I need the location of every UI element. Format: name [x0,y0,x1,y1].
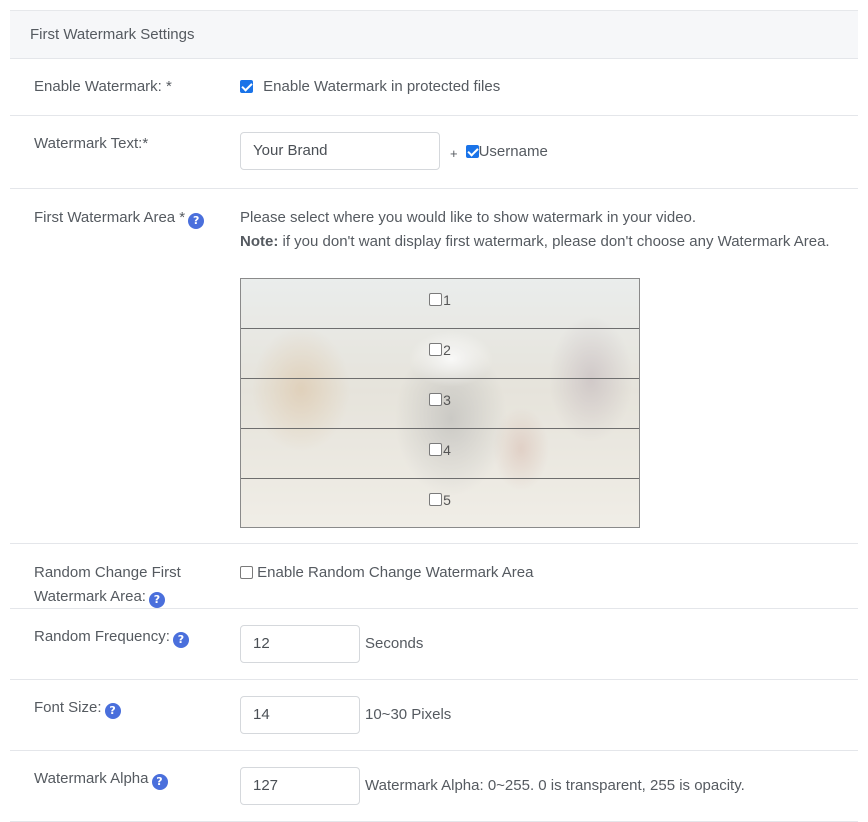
area-cell-1: 1 [241,279,639,329]
watermark-text-field: Your Brand + Username [240,116,858,188]
area-label-5: 5 [443,492,451,508]
first-watermark-area-row: First Watermark Area *? Please select wh… [10,189,858,544]
enable-watermark-row: Enable Watermark: * Enable Watermark in … [10,59,858,116]
random-change-field: Enable Random Change Watermark Area [240,544,858,608]
enable-watermark-checkbox[interactable] [240,80,253,93]
watermark-alpha-hint: Watermark Alpha: 0~255. 0 is transparent… [365,777,745,794]
area-description: Please select where you would like to sh… [240,209,697,226]
area-label-1: 1 [443,292,451,308]
help-icon[interactable]: ? [148,592,165,608]
enable-watermark-checkbox-label[interactable]: Enable Watermark in protected files [263,78,500,95]
random-change-label-line1: Random Change First [34,564,181,581]
panel-header: First Watermark Settings [10,11,858,59]
random-frequency-label: Random Frequency: [34,628,170,645]
random-frequency-label-wrap: Random Frequency:? [10,609,240,679]
font-size-field: 14 10~30 Pixels [240,680,858,734]
font-size-range: 10~30 Pixels [365,706,452,723]
help-icon[interactable]: ? [172,632,189,648]
area-checkbox-3[interactable] [429,393,443,406]
area-checkbox-5[interactable] [429,493,443,506]
random-change-label-wrap: Random Change First Watermark Area:? [10,544,240,608]
area-label-2: 2 [443,342,451,358]
area-checkbox-4[interactable] [429,443,443,456]
area-cell-3: 3 [241,379,639,429]
watermark-alpha-field: 127 Watermark Alpha: 0~255. 0 is transpa… [240,751,858,805]
plus-sign: + [450,146,458,161]
watermark-text-row: Watermark Text:* Your Brand + Username [10,116,858,189]
area-label-4: 4 [443,442,451,458]
area-checkbox-2[interactable] [429,343,443,356]
area-cell-4: 4 [241,429,639,479]
area-cell-2: 2 [241,329,639,379]
username-checkbox[interactable] [465,145,479,158]
watermark-alpha-label-wrap: Watermark Alpha? [10,751,240,821]
area-note: Note: if you don't want display first wa… [240,230,838,254]
username-label[interactable]: Username [479,143,548,160]
enable-watermark-field: Enable Watermark in protected files [240,59,858,115]
watermark-alpha-row: Watermark Alpha? 127 Watermark Alpha: 0~… [10,751,858,822]
random-change-row: Random Change First Watermark Area:? Ena… [10,544,858,609]
random-change-checkbox-label[interactable]: Enable Random Change Watermark Area [257,564,533,581]
font-size-row: Font Size:? 14 10~30 Pixels [10,680,858,751]
help-icon[interactable]: ? [151,774,168,790]
watermark-alpha-label: Watermark Alpha [34,770,149,787]
note-label: Note: [240,233,279,250]
random-change-checkbox[interactable] [240,566,253,579]
first-watermark-area-label-wrap: First Watermark Area *? [10,189,240,543]
area-cell-5: 5 [241,479,639,527]
random-frequency-row: Random Frequency:? 12 Seconds [10,609,858,680]
font-size-label: Font Size: [34,699,102,716]
help-icon[interactable]: ? [188,213,205,229]
first-watermark-settings-panel: First Watermark Settings Enable Watermar… [10,10,858,822]
note-text: if you don't want display first watermar… [278,233,830,250]
area-checkbox-1[interactable] [429,293,443,306]
username-option: Username [465,140,548,164]
random-change-label-line2: Watermark Area: [34,588,146,605]
font-size-label-wrap: Font Size:? [10,680,240,750]
random-frequency-field: 12 Seconds [240,609,858,663]
watermark-alpha-input[interactable]: 127 [240,767,360,805]
enable-watermark-label: Enable Watermark: * [34,78,172,95]
first-watermark-area-label: First Watermark Area * [34,209,186,226]
watermark-text-label: Watermark Text:* [34,135,149,152]
random-frequency-input[interactable]: 12 [240,625,360,663]
watermark-area-grid: 1 2 3 4 5 [240,278,640,528]
help-icon[interactable]: ? [104,703,121,719]
random-frequency-unit: Seconds [365,635,424,652]
panel-title: First Watermark Settings [30,26,195,43]
area-label-3: 3 [443,392,451,408]
font-size-input[interactable]: 14 [240,696,360,734]
watermark-text-input[interactable]: Your Brand [240,132,440,170]
